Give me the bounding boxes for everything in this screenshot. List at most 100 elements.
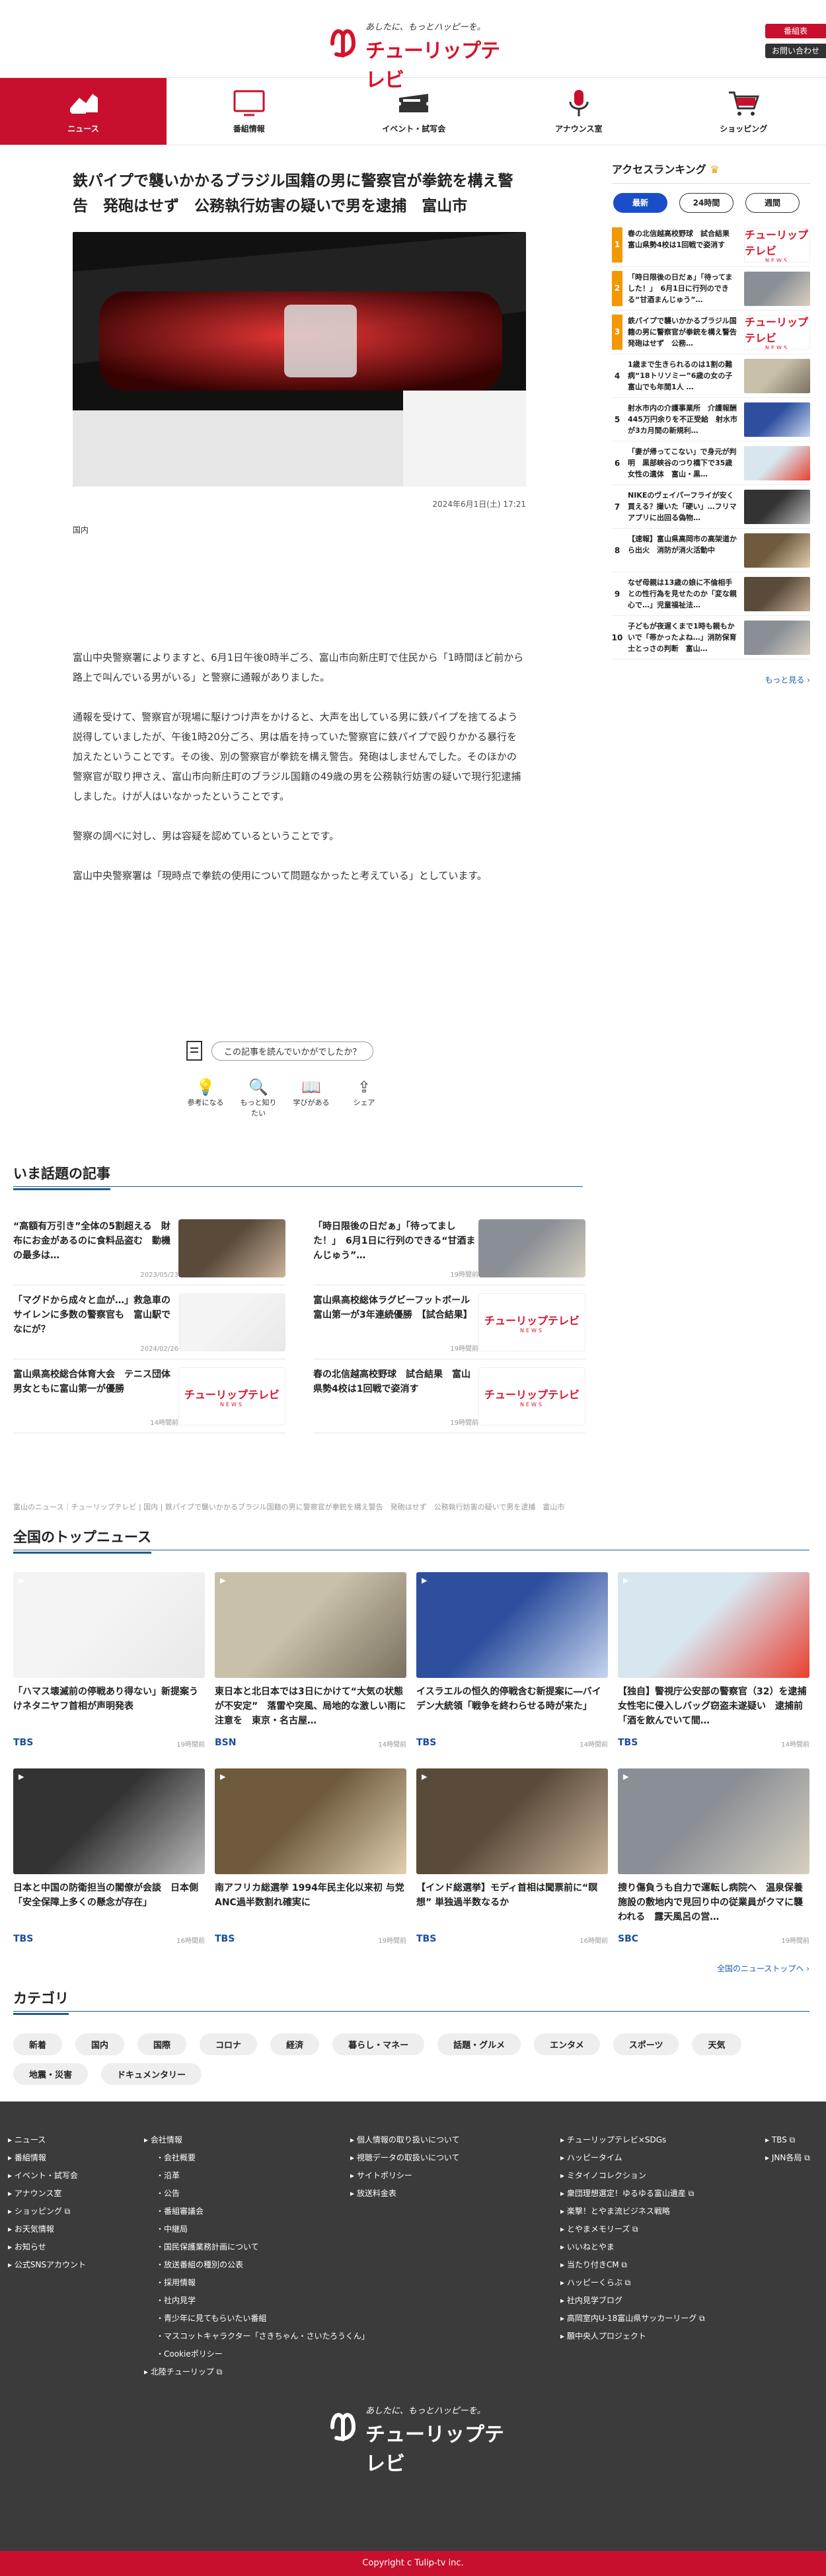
nav-announcers[interactable]: アナウンス室: [496, 78, 661, 145]
category-chip[interactable]: スポーツ: [613, 2033, 679, 2055]
footer-link[interactable]: 番組情報: [8, 2149, 86, 2167]
footer-sublink[interactable]: 会社概要: [144, 2149, 369, 2167]
top-news-card[interactable]: ▶ 捜り傷負うも自力で運転し病院へ 温泉保養施設の敷地内で見回り中の従業員がクマに…: [618, 1768, 809, 1950]
category-chip[interactable]: 地震・災害: [13, 2063, 89, 2085]
ranking-item[interactable]: 5 射水市内の介護事業所 介護報酬445万円余りを不正受給 射水市が3カ月間の新規…: [612, 398, 810, 441]
category-chip[interactable]: 天気: [692, 2033, 741, 2055]
footer-link[interactable]: 高岡室内U-18富山県サッカーリーグ ⧉: [560, 2310, 726, 2328]
footer-link[interactable]: 願中央人プロジェクト: [560, 2328, 726, 2345]
footer-link[interactable]: ショッピング ⧉: [8, 2203, 86, 2220]
footer-link[interactable]: とやまメモリーズ ⧉: [560, 2220, 726, 2238]
footer-link[interactable]: お天気情報: [8, 2220, 86, 2238]
nav-news[interactable]: ニュース: [0, 78, 167, 145]
reaction-learn-button[interactable]: 📖 学びがある: [291, 1077, 332, 1118]
footer-sublink[interactable]: 社内見学: [144, 2292, 369, 2310]
ranking-item[interactable]: 10 子どもが夜遅くまで1時も親もかいで「帯かったよね…」消防保育士とっさの判断 …: [612, 616, 810, 660]
footer-link[interactable]: 視聴データの取扱いについて: [350, 2149, 460, 2167]
footer-link[interactable]: アナウンス室: [8, 2185, 86, 2203]
footer-sublink[interactable]: 国民保護業務計画について: [144, 2238, 369, 2256]
footer-link[interactable]: 楽撃！とやま流ビジネス戦略: [560, 2203, 726, 2220]
footer-link[interactable]: ニュース: [8, 2131, 86, 2149]
footer-sublink[interactable]: マスコットキャラクター「さきちゃん・さいたろうくん」: [144, 2328, 369, 2345]
footer-link[interactable]: 北陸チューリップ ⧉: [144, 2363, 369, 2381]
category-chip[interactable]: エンタメ: [534, 2033, 600, 2055]
trending-item[interactable]: 富山県高校総体ラグビーフットボール 富山第一が3年連続優勝 【試合結果】 19時間…: [313, 1285, 585, 1359]
top-news-card[interactable]: ▶ 「ハマス壊滅前の停戦あり得ない」新提案うけネタニヤフ首相が声明発表 TBS 19時…: [13, 1572, 205, 1754]
nav-shopping[interactable]: ショッピング: [661, 78, 826, 145]
category-chip[interactable]: 新着: [13, 2033, 63, 2055]
tab-weekly[interactable]: 週間: [745, 193, 800, 213]
reaction-question: この記事を読んでいかがでしたか？: [211, 1041, 374, 1061]
footer-link[interactable]: TBS ⧉: [765, 2131, 810, 2149]
category-chip[interactable]: ドキュメンタリー: [101, 2063, 202, 2085]
top-news-card[interactable]: ▶ 日本と中国の防衛担当の閣僚が会談 日本側「安全保障上多くの懸念が存在」 TBS 1…: [13, 1768, 205, 1950]
ranking-item[interactable]: 9 なぜ母親は13歳の娘に不倫相手との性行為を見せたのか「変な親心で…」児童福祉法…: [612, 572, 810, 616]
article-category[interactable]: 国内: [73, 524, 526, 535]
ranking-item[interactable]: 3 鉄パイプで襲いかかるブラジル国籍の男に警察官が拳銃を構え警告 発砲はせず 公務…: [612, 311, 810, 354]
tulip-logo-icon: [330, 29, 356, 57]
ranking-number: 9: [614, 589, 620, 599]
footer-link[interactable]: サイトポリシー: [350, 2167, 460, 2185]
footer-link[interactable]: チューリップテレビ×SDGs: [560, 2131, 726, 2149]
reaction-more-button[interactable]: 🔍 もっと知りたい: [238, 1077, 279, 1118]
category-chip[interactable]: 国際: [137, 2033, 187, 2055]
category-chip[interactable]: 暮らし・マネー: [332, 2033, 425, 2055]
program-guide-button[interactable]: 番組表: [765, 24, 826, 38]
footer-sublink[interactable]: Cookieポリシー: [144, 2345, 369, 2363]
tab-latest[interactable]: 最新: [613, 193, 667, 213]
footer-link[interactable]: お知らせ: [8, 2238, 86, 2256]
footer-link[interactable]: ハッピーくらぶ ⧉: [560, 2274, 726, 2292]
footer-link[interactable]: JNN各局 ⧉: [765, 2149, 810, 2167]
footer-sublink[interactable]: 放送番組の種別の公表: [144, 2256, 369, 2274]
tab-24h[interactable]: 24時間: [679, 193, 733, 213]
ranking-item[interactable]: 7 NIKEのヴェイパーフライが安く買える？撮いた「硬い」…フリマアプリに出回る偽…: [612, 485, 810, 529]
ranking-more-link[interactable]: もっと見る ›: [765, 675, 810, 685]
top-news-card[interactable]: ▶ イスラエルの恒久的停戦含む新提案に―バイデン大統領「戦争を終わらせる時が来た」…: [416, 1572, 608, 1754]
breadcrumb[interactable]: 富山のニュース｜チューリップテレビ | 国内 | 鉄パイプで襲いかかるブラジル国…: [13, 1501, 564, 1512]
footer-link[interactable]: 公式SNSアカウント: [8, 2256, 86, 2274]
top-news-card[interactable]: ▶ 東日本と北日本では3日にかけて“大気の状態が不安定” 落雷や突風、局地的な激し…: [215, 1572, 406, 1754]
nav-programs[interactable]: 番組情報: [167, 78, 332, 145]
ranking-item[interactable]: 1 春の北信越高校野球 試合結果 富山県勢4校は1回戦で姿消す チューリップテレビ N…: [612, 223, 810, 267]
category-chip[interactable]: 国内: [75, 2033, 125, 2055]
footer-sublink[interactable]: 番組審議会: [144, 2203, 369, 2220]
footer-link[interactable]: 放送料金表: [350, 2185, 460, 2203]
site-logo[interactable]: あしたに、もっとハッピーを。 チューリップテレビ: [327, 19, 506, 91]
ranking-item[interactable]: 4 1歳まで生きられるのは1割の難病“18トリソミー”6歳の女の子 富山でも年間1…: [612, 354, 810, 398]
top-news-card[interactable]: ▶ 南アフリカ総選挙 1994年民主化以来初 与党ANC過半数割れ確実に TBS 19…: [215, 1768, 406, 1950]
footer-sublink[interactable]: 沿革: [144, 2167, 369, 2185]
share-button[interactable]: ⇪ シェア: [344, 1077, 385, 1118]
footer-link[interactable]: いいねとやま: [560, 2238, 726, 2256]
footer-link[interactable]: 衆団理想選定！ゆるゆる富山遺産 ⧉: [560, 2185, 726, 2203]
footer-logo[interactable]: あしたに、もっとハッピーを。 チューリップテレビ: [327, 2402, 506, 2475]
trending-item[interactable]: 富山県高校総合体育大会 テニス団体男女ともに富山第一が優勝 14時間前 チューリップ…: [13, 1359, 285, 1433]
ranking-item[interactable]: 2 「時日限後の日だぁ」「待ってました！」 6月1日に行列のできる“甘酒まんじゅう…: [612, 267, 810, 311]
footer-sublink[interactable]: 中継局: [144, 2220, 369, 2238]
contact-button[interactable]: お問い合わせ: [765, 44, 826, 58]
trending-thumbnail: [478, 1219, 585, 1277]
footer-link[interactable]: ミタイノコレクション: [560, 2167, 726, 2185]
top-news-time: 19時間前: [378, 1938, 406, 1945]
category-chip[interactable]: 経済: [270, 2033, 320, 2055]
trending-item[interactable]: 春の北信越高校野球 試合結果 富山県勢4校は1回戦で姿消す 19時間前 チューリップ…: [313, 1359, 585, 1433]
footer-link[interactable]: 当たり付きCM ⧉: [560, 2256, 726, 2274]
footer-sublink[interactable]: 公告: [144, 2185, 369, 2203]
footer-link[interactable]: 個人情報の取り扱いについて: [350, 2131, 460, 2149]
footer-link-company[interactable]: 会社情報: [144, 2131, 369, 2149]
category-chip[interactable]: コロナ: [200, 2033, 258, 2055]
top-news-card[interactable]: ▶ 【インド総選挙】モディ首相は聞票前に“瞑想” 単独過半数なるか TBS 16時間前: [416, 1768, 608, 1950]
footer-link[interactable]: イベント・試写会: [8, 2167, 86, 2185]
category-chip[interactable]: 話題・グルメ: [437, 2033, 521, 2055]
footer-link[interactable]: 社内見学ブログ: [560, 2292, 726, 2310]
trending-item[interactable]: 「時日限後の日だぁ」「待ってました！」 6月1日に行列のできる“甘酒まんじゅう”…: [313, 1211, 585, 1285]
trending-item[interactable]: “高額有万引き”全体の5割超える 財布にお金があるのに食料品盗む 動機の最多は……: [13, 1211, 285, 1285]
top-news-more-link[interactable]: 全国のニューストップへ ›: [717, 1963, 809, 1974]
ranking-item[interactable]: 8 【速報】富山県高岡市の高架道から出火 消防が消火活動中: [612, 529, 810, 572]
reaction-helpful-button[interactable]: 💡 参考になる: [185, 1077, 226, 1118]
footer-sublink[interactable]: 採用情報: [144, 2274, 369, 2292]
footer-link[interactable]: ハッピータイム: [560, 2149, 726, 2167]
top-news-card[interactable]: ▶ 【独自】警視庁公安部の警察官（32）を逮捕 女性宅に侵入しバッグ窃盗未遂疑い …: [618, 1572, 809, 1754]
ranking-item[interactable]: 6 「妻が帰ってこない」で身元が判明 黒部峡谷のつり橋下で35歳女性の遺体 富山・…: [612, 441, 810, 485]
trending-item[interactable]: 「マグドから成々と血が…」救急車のサイレンに多数の警察官も 富山駅でなにが？ 20…: [13, 1285, 285, 1359]
footer-sublink[interactable]: 青少年に見てもらいたい番組: [144, 2310, 369, 2328]
